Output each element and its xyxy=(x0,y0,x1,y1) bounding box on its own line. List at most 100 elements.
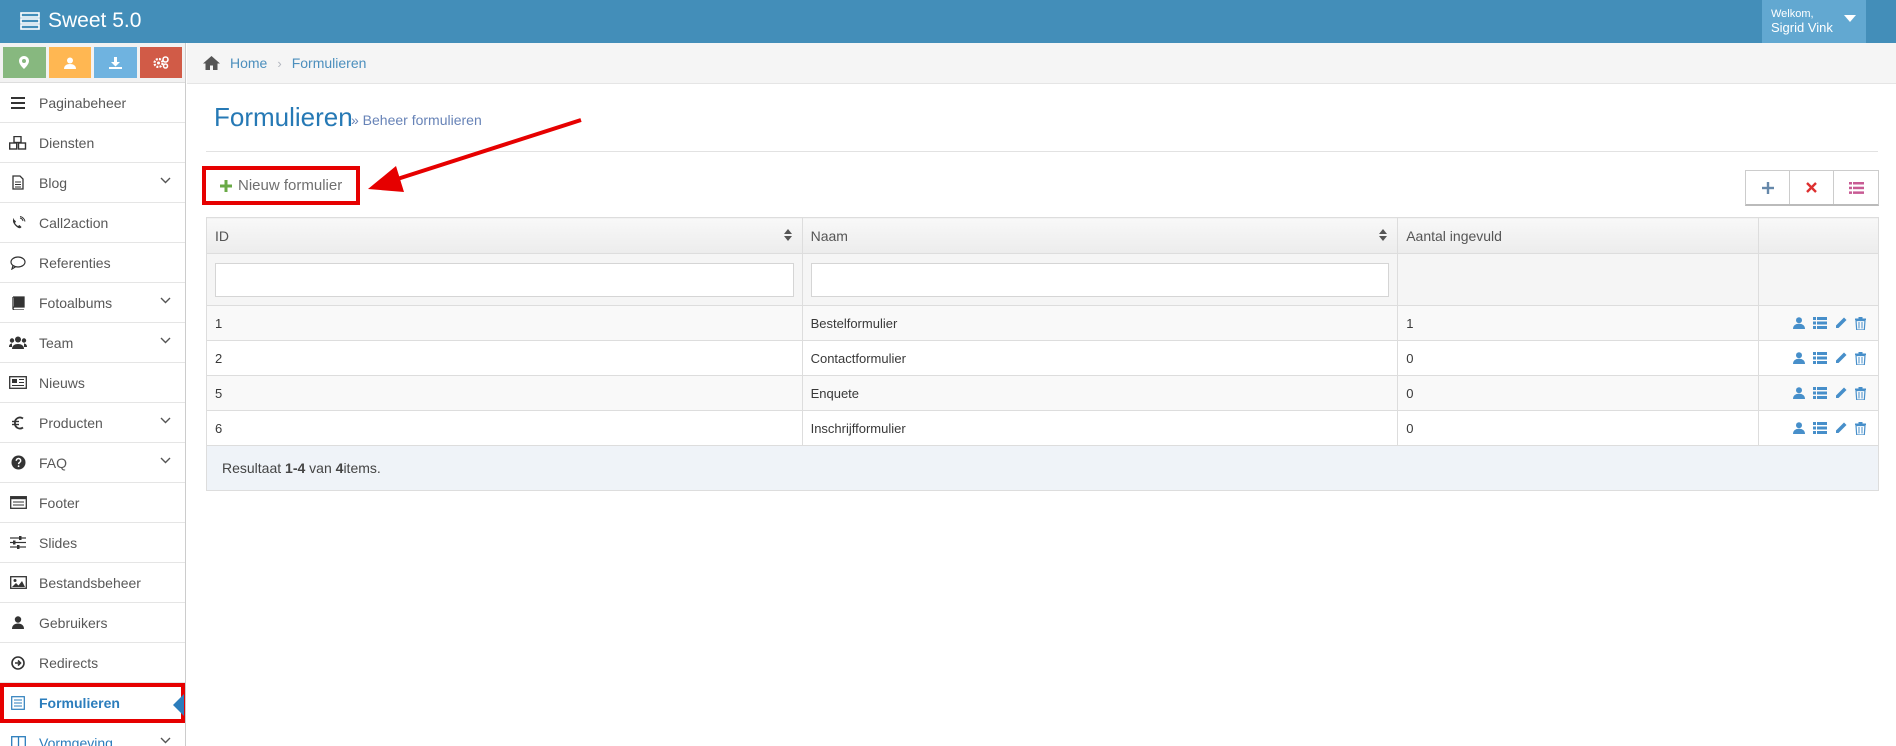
sidebar-item-label: Fotoalbums xyxy=(39,294,113,311)
table-summary: Resultaat 1-4 van 4 items. xyxy=(206,446,1879,491)
sidebar-item-label: FAQ xyxy=(39,454,68,471)
trash-icon[interactable] xyxy=(1855,351,1866,365)
sidebar-item-call2action[interactable]: Call2action xyxy=(0,203,185,243)
sidebar-item-label: Referenties xyxy=(39,254,111,271)
breadcrumb: Home › Formulieren xyxy=(187,43,1896,84)
close-icon xyxy=(1806,182,1817,193)
cell-id: 5 xyxy=(206,375,803,411)
annotation-arrow xyxy=(368,118,582,192)
column-header-aantal: Aantal ingevuld xyxy=(1397,217,1759,254)
breadcrumb-current[interactable]: Formulieren xyxy=(292,55,367,71)
list-icon[interactable] xyxy=(1813,352,1827,364)
column-header-id[interactable]: ID xyxy=(206,217,803,254)
trash-icon[interactable] xyxy=(1855,421,1866,435)
sidebar-shortcuts xyxy=(0,43,185,83)
sidebar-item-vormgeving[interactable]: Vormgeving xyxy=(0,723,185,746)
sidebar-item-label: Redirects xyxy=(39,654,99,671)
user-icon[interactable] xyxy=(1793,387,1805,399)
trash-icon[interactable] xyxy=(1855,316,1866,330)
active-pointer xyxy=(173,694,184,716)
list-icon[interactable] xyxy=(1813,387,1827,399)
breadcrumb-home[interactable]: Home xyxy=(230,55,267,71)
sidebar-item-label: Blog xyxy=(39,174,68,191)
sidebar-item-producten[interactable]: Producten xyxy=(0,403,185,443)
question-icon xyxy=(9,454,27,472)
sidebar-item-nieuws[interactable]: Nieuws xyxy=(0,363,185,403)
shortcut-settings-button[interactable] xyxy=(139,47,182,78)
sidebar-item-blog[interactable]: Blog xyxy=(0,163,185,203)
columns-button[interactable] xyxy=(1834,171,1878,204)
list-icon[interactable] xyxy=(1813,317,1827,329)
arrow-circle-icon xyxy=(9,654,27,672)
breadcrumb-separator: › xyxy=(277,55,282,71)
pencil-icon[interactable] xyxy=(1835,422,1847,434)
sidebar: Paginabeheer Diensten Blog Call2action R… xyxy=(0,43,186,746)
sidebar-item-footer[interactable]: Footer xyxy=(0,483,185,523)
cogs-icon xyxy=(153,56,169,69)
cell-name: Enquete xyxy=(801,375,1399,411)
cell-name: Bestelformulier xyxy=(801,305,1399,341)
user-menu[interactable]: Welkom, Sigrid Vink xyxy=(1762,0,1866,43)
sidebar-item-faq[interactable]: FAQ xyxy=(0,443,185,483)
download-icon xyxy=(108,56,122,69)
list-icon[interactable] xyxy=(1813,422,1827,434)
summary-middle: van xyxy=(309,460,332,476)
sidebar-item-diensten[interactable]: Diensten xyxy=(0,123,185,163)
list-icon xyxy=(1848,181,1864,194)
table-row: 2 Contactformulier 0 xyxy=(206,340,1879,376)
phone-icon xyxy=(9,214,27,232)
cell-count: 0 xyxy=(1397,375,1759,411)
form-icon xyxy=(9,694,27,712)
sidebar-item-bestandsbeheer[interactable]: Bestandsbeheer xyxy=(0,563,185,603)
filter-naam-input[interactable] xyxy=(810,262,1390,297)
cell-id: 1 xyxy=(206,305,803,341)
shortcut-user-button[interactable] xyxy=(48,47,91,78)
user-icon xyxy=(63,57,76,69)
table-row: 6 Inschrijfformulier 0 xyxy=(206,410,1879,446)
sidebar-item-referenties[interactable]: Referenties xyxy=(0,243,185,283)
sidebar-item-gebruikers[interactable]: Gebruikers xyxy=(0,603,185,643)
delete-button[interactable] xyxy=(1790,171,1834,204)
cubes-icon xyxy=(9,134,27,152)
pencil-icon[interactable] xyxy=(1835,387,1847,399)
sidebar-item-team[interactable]: Team xyxy=(0,323,185,363)
summary-total: 4 xyxy=(335,460,344,476)
column-header-naam[interactable]: Naam xyxy=(801,217,1399,254)
shortcut-map-button[interactable] xyxy=(3,47,46,78)
new-form-button[interactable]: Nieuw formulier xyxy=(202,166,360,205)
user-icon[interactable] xyxy=(1793,422,1805,434)
cell-count: 1 xyxy=(1397,305,1759,341)
bars-icon xyxy=(9,94,27,112)
add-button[interactable] xyxy=(1746,171,1790,204)
euro-icon xyxy=(9,414,27,432)
chevron-down-icon xyxy=(160,177,171,184)
sidebar-item-label: Nieuws xyxy=(39,374,85,391)
brand[interactable]: Sweet 5.0 xyxy=(20,9,141,33)
sidebar-item-label: Diensten xyxy=(39,134,95,151)
pencil-icon[interactable] xyxy=(1835,317,1847,329)
app-title: Sweet 5.0 xyxy=(48,9,142,32)
list-alt-icon xyxy=(9,494,27,512)
trash-icon[interactable] xyxy=(1855,386,1866,400)
user-icon xyxy=(9,614,27,632)
cell-name: Contactformulier xyxy=(801,340,1399,376)
sidebar-item-formulieren[interactable]: Formulieren xyxy=(0,683,185,723)
sidebar-item-paginabeheer[interactable]: Paginabeheer xyxy=(0,83,185,123)
pencil-icon[interactable] xyxy=(1835,352,1847,364)
sidebar-item-fotoalbums[interactable]: Fotoalbums xyxy=(0,283,185,323)
sidebar-item-redirects[interactable]: Redirects xyxy=(0,643,185,683)
user-icon[interactable] xyxy=(1793,352,1805,364)
chevron-down-icon xyxy=(160,337,171,344)
filter-id-input[interactable] xyxy=(215,262,794,297)
file-icon xyxy=(9,174,27,192)
sidebar-item-slides[interactable]: Slides xyxy=(0,523,185,563)
sidebar-item-label: Call2action xyxy=(39,214,109,231)
columns-icon xyxy=(9,734,27,746)
user-icon[interactable] xyxy=(1793,317,1805,329)
top-navbar: Sweet 5.0 Welkom, Sigrid Vink xyxy=(0,0,1896,43)
shortcut-download-button[interactable] xyxy=(94,47,137,78)
sort-icon xyxy=(1379,229,1388,241)
sidebar-item-label: Team xyxy=(39,334,74,351)
home-icon xyxy=(203,56,220,70)
sidebar-item-label: Paginabeheer xyxy=(39,94,127,111)
